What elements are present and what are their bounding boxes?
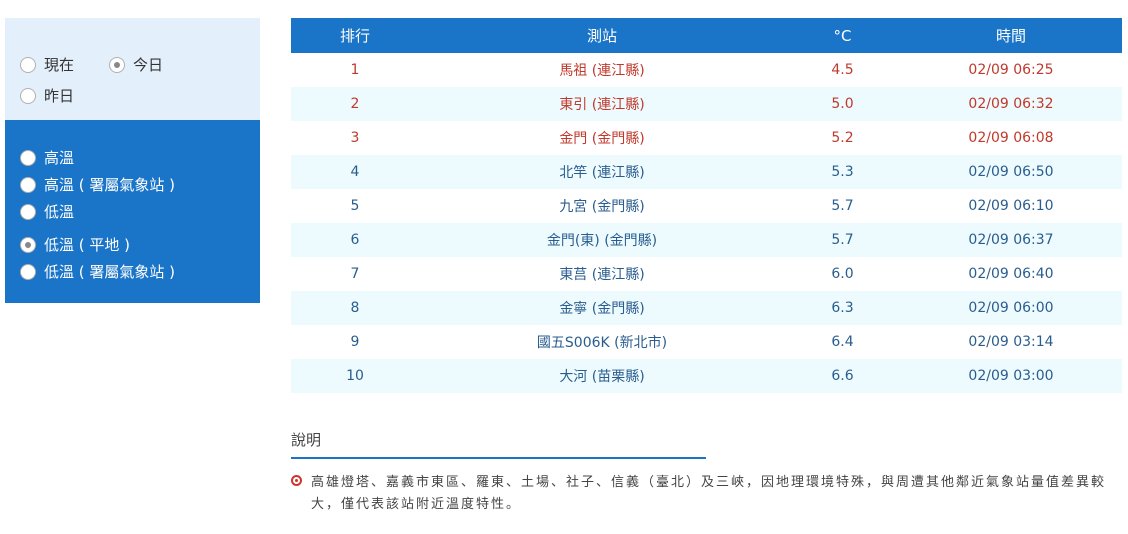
- note-text: 高雄燈塔、嘉義市東區、羅東、土場、社子、信義（臺北）及三峽，因地理環境特殊，與周…: [311, 475, 1107, 512]
- header-time: 時間: [900, 18, 1122, 53]
- table-row: 2 東引 (連江縣) 5.0 02/09 06:32: [291, 87, 1122, 121]
- table-row: 7 東莒 (連江縣) 6.0 02/09 06:40: [291, 257, 1122, 291]
- radio-now-label: 現在: [44, 56, 75, 74]
- radio-low-button[interactable]: [20, 203, 36, 220]
- radio-option-low[interactable]: 低溫: [20, 201, 74, 222]
- radio-low-label: 低溫: [44, 203, 75, 221]
- table-row: 6 金門(東) (金門縣) 5.7 02/09 06:37: [291, 223, 1122, 257]
- table-row: 9 國五S006K (新北市) 6.4 02/09 03:14: [291, 325, 1122, 359]
- table-header-row: 排行 測站 °C 時間: [291, 18, 1122, 53]
- station-cell: 金門(東) (金門縣): [419, 223, 785, 257]
- temperature-cell: 5.2: [831, 130, 854, 146]
- table-row: 1 馬祖 (連江縣) 4.5 02/09 06:25: [291, 53, 1122, 87]
- rank-cell: 5: [350, 198, 360, 214]
- temperature-ranking-table: 排行 測站 °C 時間 1 馬祖 (連江縣) 4.5 02/09 06:25 2…: [291, 18, 1122, 393]
- station-cell: 東莒 (連江縣): [559, 267, 645, 283]
- table-row: 8 金寧 (金門縣) 6.3 02/09 06:00: [291, 291, 1122, 325]
- radio-option-low-plain[interactable]: 低溫 ( 平地 ): [20, 234, 130, 255]
- temperature-type-panel: 高溫 高溫 ( 署屬氣象站 ) 低溫 低溫 ( 平地 ) 低溫 ( 署屬氣象站 …: [5, 120, 260, 303]
- header-station: 測站: [419, 18, 785, 53]
- rank-cell: 3: [350, 130, 360, 146]
- rank-cell: 9: [350, 334, 360, 350]
- station-cell: 馬祖 (連江縣): [559, 63, 645, 79]
- station-cell: 金門 (金門縣): [559, 131, 645, 147]
- radio-low-cwa-button[interactable]: [20, 263, 36, 280]
- note-item: 高雄燈塔、嘉義市東區、羅東、土場、社子、信義（臺北）及三峽，因地理環境特殊，與周…: [291, 472, 1121, 516]
- station-cell: 金寧 (金門縣): [419, 291, 785, 325]
- radio-option-now[interactable]: 現在: [20, 54, 74, 75]
- time-cell: 02/09 03:14: [968, 334, 1054, 350]
- radio-high-cwa-button[interactable]: [20, 176, 36, 193]
- header-temperature: °C: [785, 18, 900, 53]
- bullet-icon: [291, 475, 302, 486]
- time-cell: 02/09 06:25: [968, 62, 1054, 78]
- temperature-cell: 6.4: [831, 334, 854, 350]
- radio-high-cwa-label: 高溫 ( 署屬氣象站 ): [44, 176, 176, 194]
- station-cell: 東引 (連江縣): [419, 87, 785, 121]
- temperature-cell: 5.7: [785, 223, 900, 257]
- temperature-cell: 5.7: [831, 198, 854, 214]
- radio-option-low-cwa[interactable]: 低溫 ( 署屬氣象站 ): [20, 261, 175, 282]
- temperature-cell: 5.0: [785, 87, 900, 121]
- station-cell: 國五S006K (新北市): [536, 335, 668, 351]
- radio-option-today[interactable]: 今日: [109, 54, 163, 75]
- rank-cell: 1: [350, 62, 360, 78]
- rank-cell: 8: [291, 291, 419, 325]
- time-cell: 02/09 06:08: [968, 130, 1054, 146]
- radio-today-label: 今日: [133, 56, 164, 74]
- radio-today-button[interactable]: [109, 56, 125, 73]
- radio-high-label: 高溫: [44, 149, 75, 167]
- time-cell: 02/09 03:00: [900, 359, 1122, 393]
- radio-option-high[interactable]: 高溫: [20, 147, 74, 168]
- station-cell: 九宮 (金門縣): [559, 199, 645, 215]
- notes-title: 說明: [291, 431, 322, 449]
- radio-now-button[interactable]: [20, 56, 36, 73]
- time-cell: 02/09 06:00: [900, 291, 1122, 325]
- time-cell: 02/09 06:50: [900, 155, 1122, 189]
- radio-yesterday-button[interactable]: [20, 87, 36, 104]
- rank-cell: 6: [291, 223, 419, 257]
- temperature-cell: 6.3: [785, 291, 900, 325]
- station-cell: 北竿 (連江縣): [419, 155, 785, 189]
- radio-option-high-cwa[interactable]: 高溫 ( 署屬氣象站 ): [20, 174, 175, 195]
- temperature-cell: 6.0: [831, 266, 854, 282]
- table-row: 10 大河 (苗栗縣) 6.6 02/09 03:00: [291, 359, 1122, 393]
- rank-cell: 10: [291, 359, 419, 393]
- rank-cell: 4: [291, 155, 419, 189]
- header-rank: 排行: [291, 18, 419, 53]
- station-cell: 大河 (苗栗縣): [419, 359, 785, 393]
- radio-low-plain-button[interactable]: [20, 236, 36, 253]
- time-cell: 02/09 06:10: [968, 198, 1054, 214]
- temperature-cell: 5.3: [785, 155, 900, 189]
- rank-cell: 7: [350, 266, 360, 282]
- radio-low-cwa-label: 低溫 ( 署屬氣象站 ): [44, 263, 176, 281]
- time-cell: 02/09 06:37: [900, 223, 1122, 257]
- rank-cell: 2: [291, 87, 419, 121]
- time-cell: 02/09 06:32: [900, 87, 1122, 121]
- table-row: 4 北竿 (連江縣) 5.3 02/09 06:50: [291, 155, 1122, 189]
- radio-low-plain-label: 低溫 ( 平地 ): [44, 236, 131, 254]
- radio-high-button[interactable]: [20, 149, 36, 166]
- radio-yesterday-label: 昨日: [44, 87, 75, 105]
- time-cell: 02/09 06:40: [968, 266, 1054, 282]
- table-row: 3 金門 (金門縣) 5.2 02/09 06:08: [291, 121, 1122, 155]
- temperature-cell: 6.6: [785, 359, 900, 393]
- temperature-cell: 4.5: [831, 62, 854, 78]
- radio-option-yesterday[interactable]: 昨日: [20, 85, 74, 106]
- notes-divider: [291, 457, 706, 459]
- time-filter-panel: 現在 今日 昨日: [5, 18, 260, 120]
- table-row: 5 九宮 (金門縣) 5.7 02/09 06:10: [291, 189, 1122, 223]
